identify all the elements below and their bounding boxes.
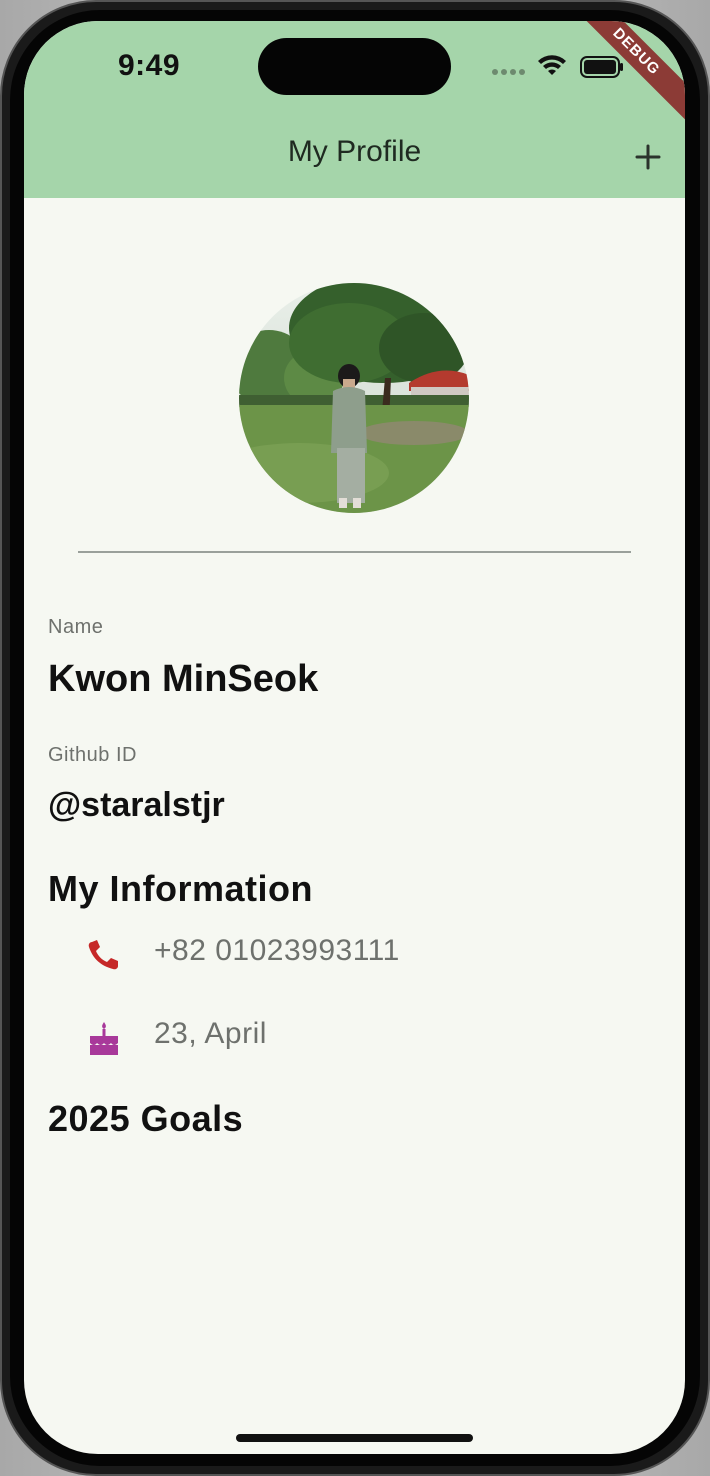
goals-title: 2025 Goals <box>48 1098 244 1139</box>
plus-icon <box>635 144 661 170</box>
app-screen: 9:49 DEBUG My Profile Name Kwon MinSeok … <box>24 21 685 1454</box>
name-label: Name <box>48 616 104 638</box>
cake-icon <box>90 1022 118 1055</box>
page-title: My Profile <box>287 135 422 168</box>
phone-icon <box>88 940 118 970</box>
signal-icon <box>492 69 528 75</box>
profile-avatar[interactable] <box>239 283 469 513</box>
battery-icon <box>580 56 623 78</box>
name-value: Kwon MinSeok <box>48 658 319 700</box>
info-row-birthday[interactable]: 23, April <box>84 1017 644 1059</box>
info-row-phone[interactable]: +82 01023993111 <box>84 934 644 976</box>
home-indicator[interactable] <box>236 1434 473 1442</box>
github-label: Github ID <box>48 744 137 766</box>
add-button[interactable] <box>626 135 670 179</box>
status-time: 9:49 <box>118 49 181 82</box>
wifi-icon <box>538 55 566 75</box>
phone-text: +82 01023993111 <box>154 934 400 967</box>
divider <box>78 551 631 553</box>
profile-photo <box>239 283 469 513</box>
simulator-stage: 9:49 DEBUG My Profile Name Kwon MinSeok … <box>0 0 710 1476</box>
github-value: @staralstjr <box>48 786 225 824</box>
dynamic-island <box>258 38 451 95</box>
app-bar: 9:49 DEBUG My Profile <box>24 21 685 198</box>
birthday-text: 23, April <box>154 1017 267 1050</box>
my-information-title: My Information <box>48 868 313 909</box>
